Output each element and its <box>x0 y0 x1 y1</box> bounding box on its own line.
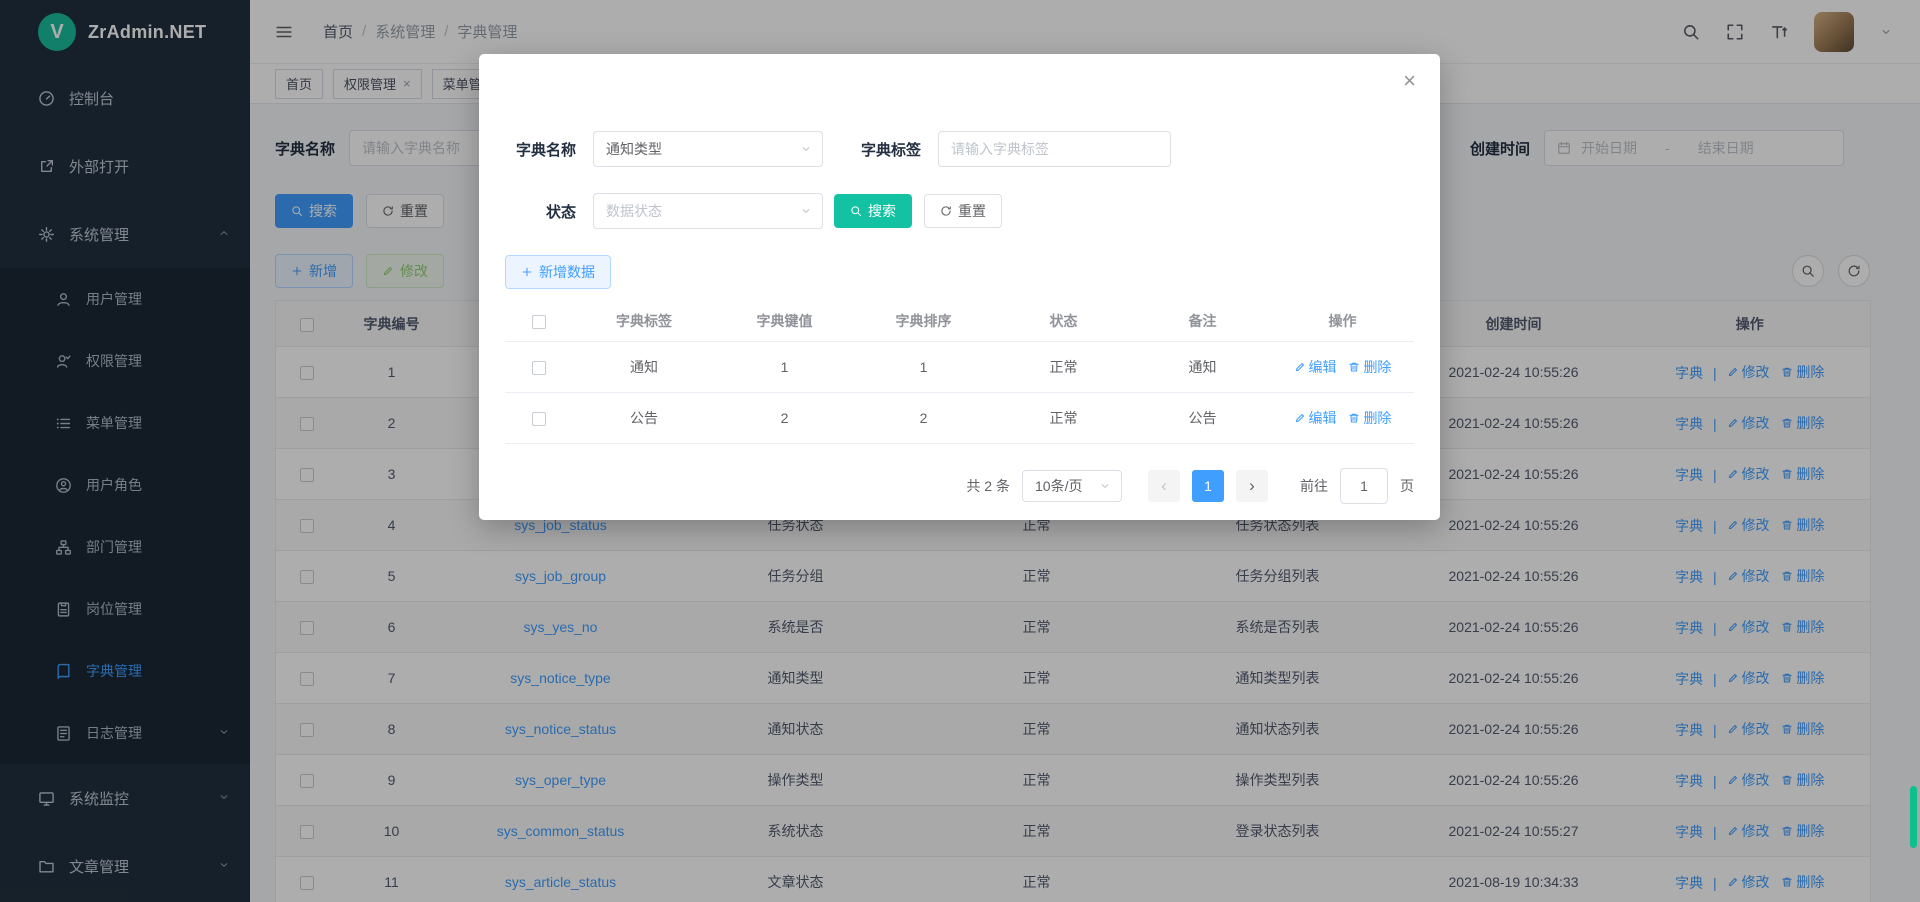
status-label: 状态 <box>506 201 576 222</box>
scrollbar-thumb[interactable] <box>1910 786 1917 848</box>
column-header: 字典排序 <box>854 301 993 341</box>
dict-name-select[interactable]: 通知类型 <box>593 131 823 167</box>
table-row: 通知 1 1 正常 通知 编辑 删除 <box>505 341 1414 392</box>
row-delete-link[interactable]: 删除 <box>1348 408 1391 428</box>
page-1-button[interactable]: 1 <box>1192 470 1224 502</box>
cell-label: 通知 <box>573 341 715 392</box>
column-header: 备注 <box>1134 301 1271 341</box>
prev-page-button[interactable]: ‹ <box>1148 470 1180 502</box>
dict-data-dialog: × 字典名称 通知类型 字典标签 状态 数据状态 搜索 重置 新增数据 <box>479 54 1440 520</box>
dict-data-table-body: 通知 1 1 正常 通知 编辑 删除 <box>505 341 1414 443</box>
cell-label: 公告 <box>573 392 715 443</box>
column-header: 字典标签 <box>573 301 715 341</box>
row-checkbox[interactable] <box>532 412 546 426</box>
dict-label-label: 字典标签 <box>838 139 921 160</box>
goto-label: 前往 <box>1300 476 1328 496</box>
app-root: { "app": { "logo_badge": "V", "logo_text… <box>0 0 1920 902</box>
cell-remark: 公告 <box>1134 392 1271 443</box>
dialog-filter-row-2: 状态 数据状态 搜索 重置 <box>506 193 1002 229</box>
add-dict-data-button[interactable]: 新增数据 <box>505 255 611 289</box>
trash-icon <box>1348 361 1360 373</box>
pagination: 共 2 条 10条/页 ‹ 1 › 前往 页 <box>966 470 1414 502</box>
cell-operations: 编辑 删除 <box>1271 392 1414 443</box>
cell-value: 1 <box>715 341 854 392</box>
dict-data-table-wrap: 字典标签字典键值字典排序状态备注操作 通知 1 1 正常 通知 <box>505 301 1414 444</box>
pagination-total: 共 2 条 <box>966 476 1010 496</box>
search-icon <box>850 205 862 217</box>
row-edit-link[interactable]: 编辑 <box>1294 357 1337 377</box>
row-delete-link[interactable]: 删除 <box>1348 357 1391 377</box>
row-checkbox[interactable] <box>532 361 546 375</box>
cell-sort: 2 <box>854 392 993 443</box>
trash-icon <box>1348 412 1360 424</box>
close-icon[interactable]: × <box>1403 70 1416 92</box>
chevron-down-icon <box>800 143 812 155</box>
select-all-checkbox[interactable] <box>532 315 546 329</box>
next-page-button[interactable]: › <box>1236 470 1268 502</box>
row-edit-link[interactable]: 编辑 <box>1294 408 1337 428</box>
cell-remark: 通知 <box>1134 341 1271 392</box>
cell-status: 正常 <box>993 341 1134 392</box>
goto-suffix: 页 <box>1400 476 1414 496</box>
column-header: 状态 <box>993 301 1134 341</box>
goto-page-input[interactable] <box>1340 468 1388 504</box>
status-select[interactable]: 数据状态 <box>593 193 823 229</box>
dialog-filter-row-1: 字典名称 通知类型 字典标签 <box>506 131 1171 167</box>
pencil-icon <box>1294 412 1306 424</box>
refresh-icon <box>940 205 952 217</box>
cell-sort: 1 <box>854 341 993 392</box>
table-row: 公告 2 2 正常 公告 编辑 删除 <box>505 392 1414 443</box>
chevron-down-icon <box>1099 480 1111 492</box>
dialog-table-header-row: 字典标签字典键值字典排序状态备注操作 <box>505 301 1414 341</box>
dialog-search-button[interactable]: 搜索 <box>834 194 912 228</box>
dict-data-table: 字典标签字典键值字典排序状态备注操作 通知 1 1 正常 通知 <box>505 301 1414 444</box>
dict-name-label: 字典名称 <box>506 139 576 160</box>
dict-label-input[interactable] <box>938 131 1171 167</box>
cell-status: 正常 <box>993 392 1134 443</box>
dialog-reset-button[interactable]: 重置 <box>924 194 1002 228</box>
column-header: 字典键值 <box>715 301 854 341</box>
pencil-icon <box>1294 361 1306 373</box>
column-header: 操作 <box>1271 301 1414 341</box>
cell-value: 2 <box>715 392 854 443</box>
chevron-down-icon <box>800 205 812 217</box>
cell-operations: 编辑 删除 <box>1271 341 1414 392</box>
plus-icon <box>521 266 533 278</box>
page-size-select[interactable]: 10条/页 <box>1022 470 1122 502</box>
